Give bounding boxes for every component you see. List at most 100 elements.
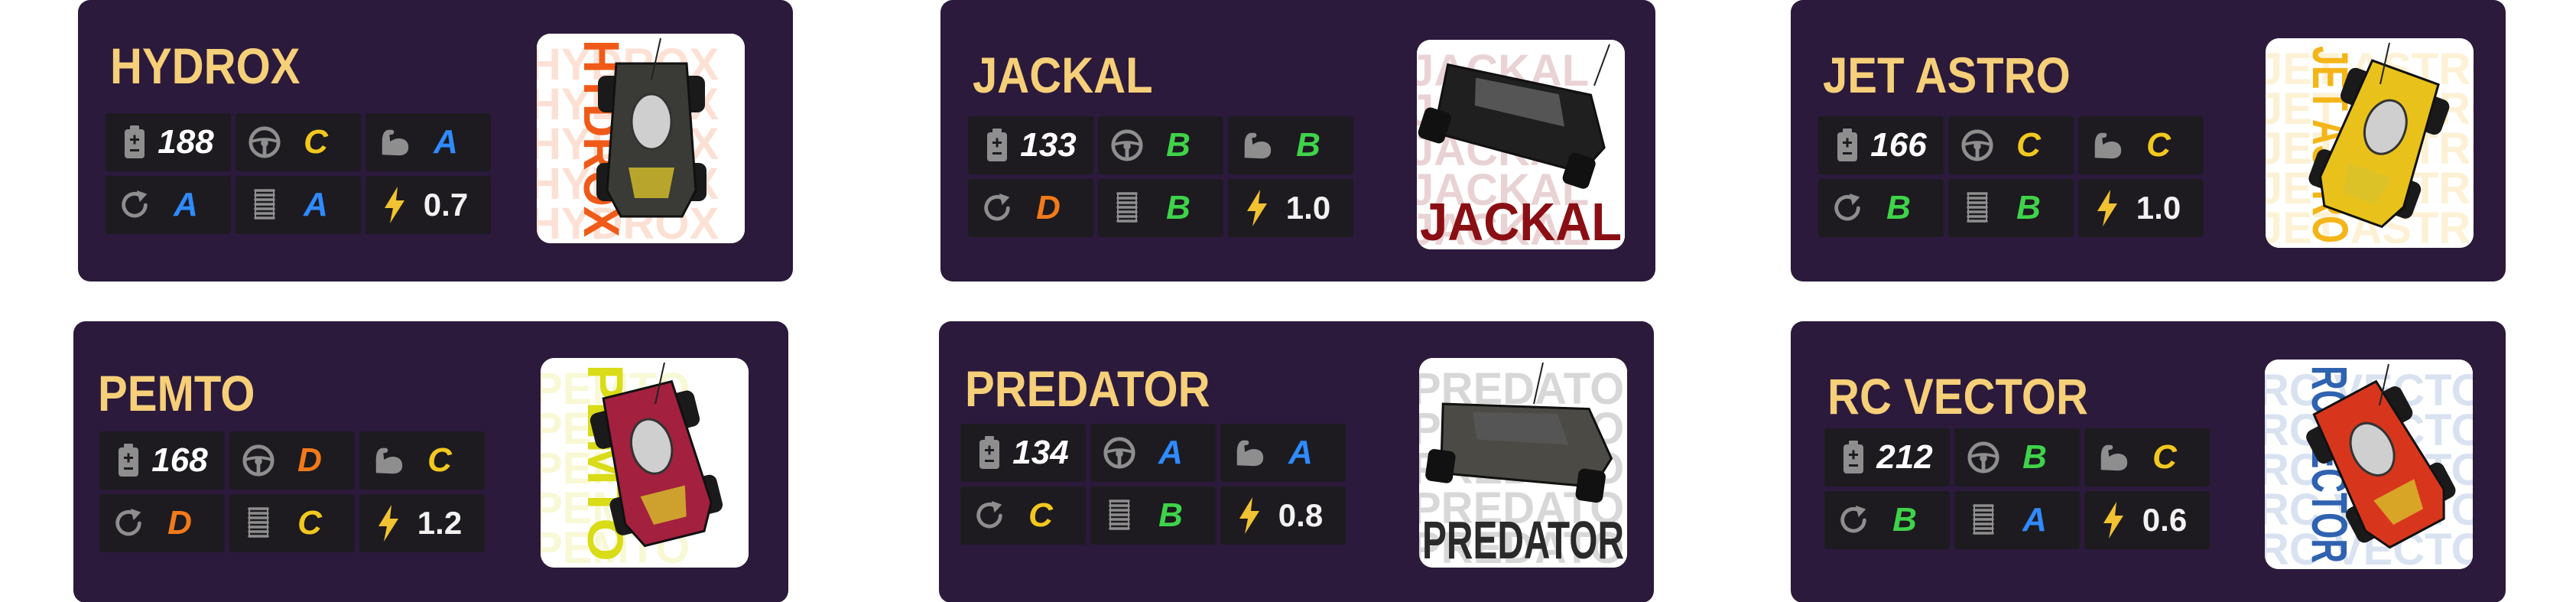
stat-handling-value: D bbox=[297, 441, 322, 479]
stat-battery-value: 134 bbox=[1012, 434, 1069, 471]
stat-strength: C bbox=[2084, 428, 2210, 486]
car-card-rc-vector[interactable]: RC VECTOR 212BCBA0.6 RC VECTORRC VECTORR… bbox=[1791, 321, 2506, 602]
stat-suspension: B bbox=[1090, 486, 1216, 545]
stat-power-value: 0.6 bbox=[2142, 502, 2188, 538]
stat-suspension: B bbox=[1948, 179, 2074, 237]
stat-battery-value: 168 bbox=[151, 441, 208, 479]
stat-recharge: B bbox=[1824, 491, 1950, 549]
car-name: JET ASTRO bbox=[1823, 47, 2071, 103]
stat-handling: C bbox=[236, 113, 361, 171]
car-thumbnail: PEMTOPEMTOPEMTOPEMTOPEMTOPEMTO bbox=[541, 358, 749, 568]
car-name: PREDATOR bbox=[965, 360, 1210, 417]
car-name: HYDROX bbox=[110, 37, 300, 94]
steering-wheel-icon bbox=[1967, 438, 2000, 477]
stats-grid: 188 C A A A 0.7 bbox=[106, 113, 491, 234]
battery-icon bbox=[1830, 125, 1864, 165]
stat-power: 1.2 bbox=[359, 494, 485, 552]
stat-strength-value: C bbox=[2146, 126, 2171, 164]
stat-suspension: C bbox=[229, 494, 355, 552]
stat-recharge: D bbox=[968, 179, 1093, 237]
stat-battery: 134 bbox=[960, 424, 1086, 482]
car-card-predator[interactable]: PREDATOR 134AACB0.8 PREDATORPREDATORPRED… bbox=[939, 321, 1654, 602]
stat-battery-value: 212 bbox=[1876, 438, 1933, 476]
stat-suspension-value: A bbox=[304, 186, 328, 223]
steering-wheel-icon bbox=[1960, 125, 1994, 165]
stats-grid: 134 A A C B 0.8 bbox=[960, 424, 1346, 545]
stat-handling-value: C bbox=[304, 123, 328, 161]
stat-strength: A bbox=[1220, 424, 1346, 482]
car-card-pemto[interactable]: PEMTO 168DCDC1.2 PEMTOPEMTOPEMTOPEMTOPEM… bbox=[73, 321, 788, 602]
stat-power-value: 1.2 bbox=[417, 505, 463, 541]
stat-handling-value: B bbox=[1166, 126, 1191, 164]
spring-icon bbox=[242, 503, 275, 543]
stat-handling: A bbox=[1090, 424, 1216, 482]
steering-wheel-icon bbox=[1110, 125, 1144, 165]
car-thumbnail: JET ASTROJET ASTROJET ASTROJET ASTROJET … bbox=[2266, 38, 2474, 248]
stats-grid: 168 D C D C 1.2 bbox=[99, 431, 485, 552]
stat-handling-value: B bbox=[2022, 438, 2047, 476]
stat-power: 0.8 bbox=[1220, 486, 1346, 545]
car-thumbnail: HYDROXHYDROXHYDROXHYDROXHYDROXHYDROX bbox=[537, 34, 745, 243]
stat-power-value: 0.8 bbox=[1278, 497, 1324, 533]
stat-power: 1.0 bbox=[1228, 179, 1353, 237]
stat-suspension: A bbox=[236, 176, 361, 234]
stat-power-value: 1.0 bbox=[2136, 190, 2181, 226]
lightning-icon bbox=[2097, 500, 2130, 540]
stat-suspension-value: C bbox=[297, 504, 322, 542]
muscle-arm-icon bbox=[1240, 125, 1274, 165]
car-thumbnail: JACKALJACKALJACKALJACKALJACKALJACKAL bbox=[1417, 40, 1625, 249]
stat-battery-value: 188 bbox=[158, 123, 214, 161]
stat-strength: C bbox=[359, 431, 485, 490]
muscle-arm-icon bbox=[378, 122, 411, 162]
spring-icon bbox=[1967, 500, 2000, 540]
car-card-jet-astro[interactable]: JET ASTRO 166CCBB1.0 JET ASTROJET ASTROJ… bbox=[1791, 0, 2506, 281]
stat-power: 0.7 bbox=[365, 176, 491, 234]
stat-battery-value: 133 bbox=[1020, 126, 1077, 164]
stat-battery-value: 166 bbox=[1870, 126, 1927, 164]
lightning-icon bbox=[372, 503, 405, 543]
car-name: PEMTO bbox=[98, 365, 255, 421]
car-card-jackal[interactable]: JACKAL 133 B B D B 1.0 JACKAL JACKAL JACKAL JACK… bbox=[940, 0, 1655, 281]
steering-wheel-icon bbox=[248, 122, 281, 162]
lightning-icon bbox=[1233, 496, 1266, 535]
stat-recharge: D bbox=[99, 494, 225, 552]
spring-icon bbox=[1103, 496, 1136, 535]
stat-strength-value: B bbox=[1296, 126, 1320, 164]
battery-icon bbox=[1837, 438, 1870, 477]
stat-handling: B bbox=[1954, 428, 2080, 486]
thumb-label: PREDATOR bbox=[1422, 510, 1624, 568]
car-thumbnail: RC VECTORRC VECTORRC VECTORRC VECTORRC V… bbox=[2265, 360, 2473, 569]
stat-recharge-value: D bbox=[167, 504, 192, 542]
spring-icon bbox=[1110, 188, 1144, 228]
stat-power: 0.6 bbox=[2084, 491, 2210, 549]
stats-grid: 212 B C B A 0.6 bbox=[1824, 428, 2210, 549]
battery-icon bbox=[112, 441, 145, 480]
recharge-arrow-icon bbox=[112, 503, 145, 543]
recharge-arrow-icon bbox=[980, 188, 1014, 228]
stat-suspension-value: A bbox=[2022, 501, 2047, 539]
stat-handling: C bbox=[1948, 116, 2074, 174]
stat-recharge-value: C bbox=[1028, 496, 1053, 534]
stat-handling: B bbox=[1098, 116, 1223, 174]
muscle-arm-icon bbox=[2097, 438, 2130, 477]
stat-recharge: A bbox=[106, 176, 231, 234]
stat-strength-value: C bbox=[2152, 438, 2177, 476]
lightning-icon bbox=[1240, 188, 1274, 228]
steering-wheel-icon bbox=[242, 441, 275, 480]
recharge-arrow-icon bbox=[1830, 188, 1864, 228]
car-name: RC VECTOR bbox=[1827, 368, 2088, 425]
stat-battery: 166 bbox=[1818, 116, 1944, 174]
stat-suspension-value: B bbox=[1166, 189, 1191, 226]
battery-icon bbox=[980, 125, 1014, 165]
recharge-arrow-icon bbox=[118, 185, 151, 225]
stat-recharge-value: A bbox=[174, 186, 198, 223]
muscle-arm-icon bbox=[2090, 125, 2124, 165]
stat-power: 1.0 bbox=[2078, 179, 2204, 237]
stat-recharge-value: B bbox=[1886, 189, 1911, 226]
stat-battery: 133 bbox=[968, 116, 1093, 174]
stat-suspension-value: B bbox=[1158, 496, 1183, 534]
car-thumbnail: PREDATORPREDATORPREDATORPREDATORPREDATOR… bbox=[1419, 358, 1627, 568]
stat-suspension: A bbox=[1954, 491, 2080, 549]
car-card-hydrox[interactable]: HYDROX 188CAAA0.7 HYDROXHYDROXHYDROXHYDR… bbox=[78, 0, 793, 281]
stat-strength: C bbox=[2078, 116, 2204, 174]
